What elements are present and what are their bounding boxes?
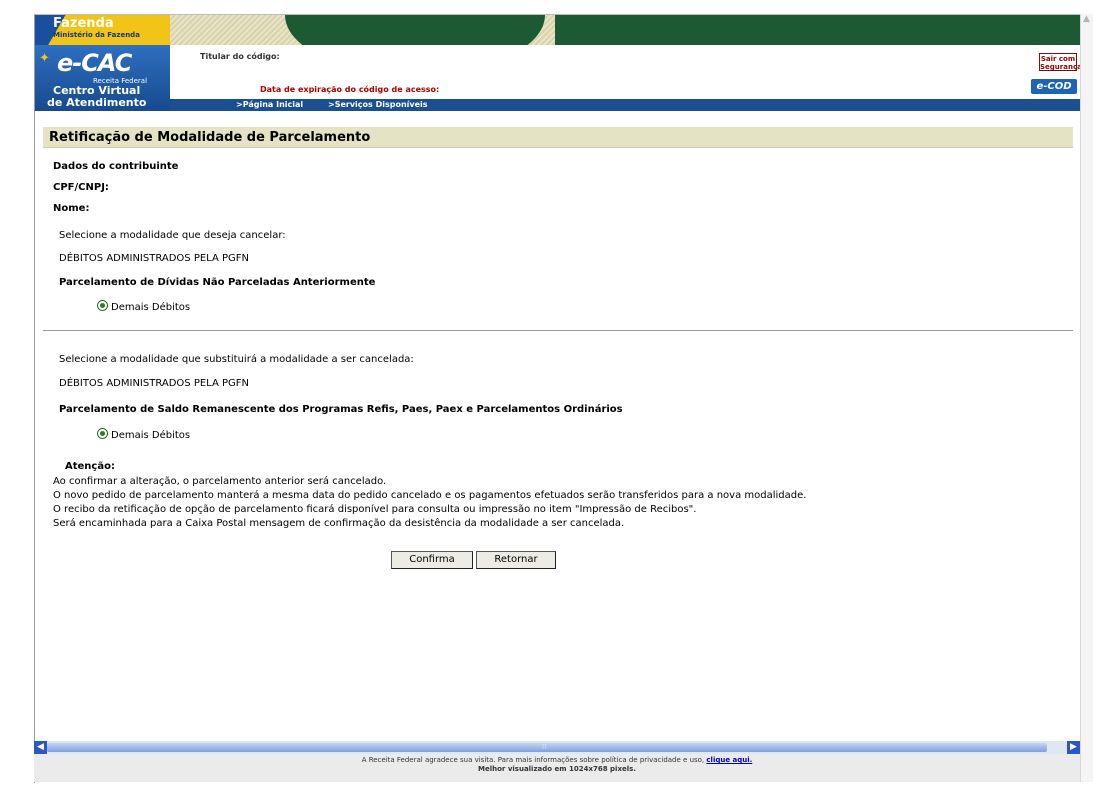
replace-prompt: Selecione a modalidade que substituirá a… <box>59 354 414 365</box>
cancel-option-label: Demais Débitos <box>111 302 191 313</box>
fazenda-subtitle: Ministério da Fazenda <box>53 31 140 39</box>
grip-icon: ⁞⁞ <box>542 743 547 751</box>
attention-title: Atenção: <box>65 461 115 472</box>
header-banner: Fazenda Ministério da Fazenda <box>35 15 1081 45</box>
replace-option[interactable]: Demais Débitos <box>97 428 190 441</box>
cancel-prompt: Selecione a modalidade que deseja cancel… <box>59 230 286 241</box>
fazenda-title: Fazenda <box>53 16 114 31</box>
cancel-option[interactable]: Demais Débitos <box>97 300 190 313</box>
attention-line: O novo pedido de parcelamento manterá a … <box>53 490 807 501</box>
name-label: Nome: <box>53 203 90 214</box>
header-info: Titular do código: Data de expiração do … <box>170 45 1081 100</box>
expiration-label: Data de expiração do código de acesso: <box>260 85 440 94</box>
cancel-heading: Parcelamento de Dívidas Não Parceladas A… <box>59 277 376 288</box>
return-button[interactable]: Retornar <box>476 551 556 569</box>
confirm-button[interactable]: Confirma <box>391 551 473 569</box>
cpf-label: CPF/CNPJ: <box>53 182 109 193</box>
attention-line: O recibo da retificação de opção de parc… <box>53 504 697 515</box>
scroll-right-icon[interactable]: ▶ <box>1067 741 1080 754</box>
ecod-logo[interactable]: e-COD <box>1031 79 1077 94</box>
scroll-left-icon[interactable]: ◀ <box>34 741 47 754</box>
ecac-logo: ✦ e-CAC Receita Federal Centro Virtual d… <box>35 45 170 111</box>
vertical-scrollbar[interactable]: ▲ <box>1080 14 1093 782</box>
footer-resolution-note: Melhor visualizado em 1024x768 pixels. <box>478 765 636 773</box>
cancel-group: DÉBITOS ADMINISTRADOS PELA PGFN <box>59 253 249 264</box>
privacy-link[interactable]: clique aqui. <box>706 756 752 764</box>
replace-option-label: Demais Débitos <box>111 430 191 441</box>
attention-line: Será encaminhada para a Caixa Postal men… <box>53 518 625 529</box>
nav-home-link[interactable]: >Página Inicial <box>236 99 303 111</box>
footer: A Receita Federal agradece sua visita. P… <box>34 754 1080 782</box>
page-title: Retificação de Modalidade de Parcelament… <box>43 127 1073 148</box>
footer-text: A Receita Federal agradece sua visita. P… <box>361 756 705 764</box>
radio-selected-icon[interactable] <box>97 300 108 311</box>
section-divider <box>43 330 1073 331</box>
nav-services-link[interactable]: >Serviços Disponíveis <box>328 99 428 111</box>
scrollbar-thumb[interactable]: ⁞⁞ <box>47 743 1047 752</box>
ecac-logo-text: e-CAC <box>57 49 132 77</box>
scroll-up-icon[interactable]: ▲ <box>1083 14 1090 24</box>
attention-line: Ao confirmar a alteração, o parcelamento… <box>53 476 387 487</box>
logout-button[interactable]: Sair com Segurança <box>1039 53 1081 71</box>
de-atendimento-label: de Atendimento <box>47 96 147 109</box>
star-icon: ✦ <box>39 51 50 66</box>
nav-bar: >Página Inicial >Serviços Disponíveis <box>170 99 1081 111</box>
centro-virtual-label: Centro Virtual <box>53 84 141 97</box>
replace-heading: Parcelamento de Saldo Remanescente dos P… <box>59 404 623 415</box>
replace-group: DÉBITOS ADMINISTRADOS PELA PGFN <box>59 378 249 389</box>
titular-label: Titular do código: <box>200 52 280 61</box>
taxpayer-data-heading: Dados do contribuinte <box>53 161 179 172</box>
radio-selected-icon[interactable] <box>97 428 108 439</box>
horizontal-scrollbar[interactable]: ◀ ⁞⁞ ▶ <box>34 741 1080 754</box>
browser-viewport: Fazenda Ministério da Fazenda ✦ e-CAC Re… <box>34 14 1081 783</box>
